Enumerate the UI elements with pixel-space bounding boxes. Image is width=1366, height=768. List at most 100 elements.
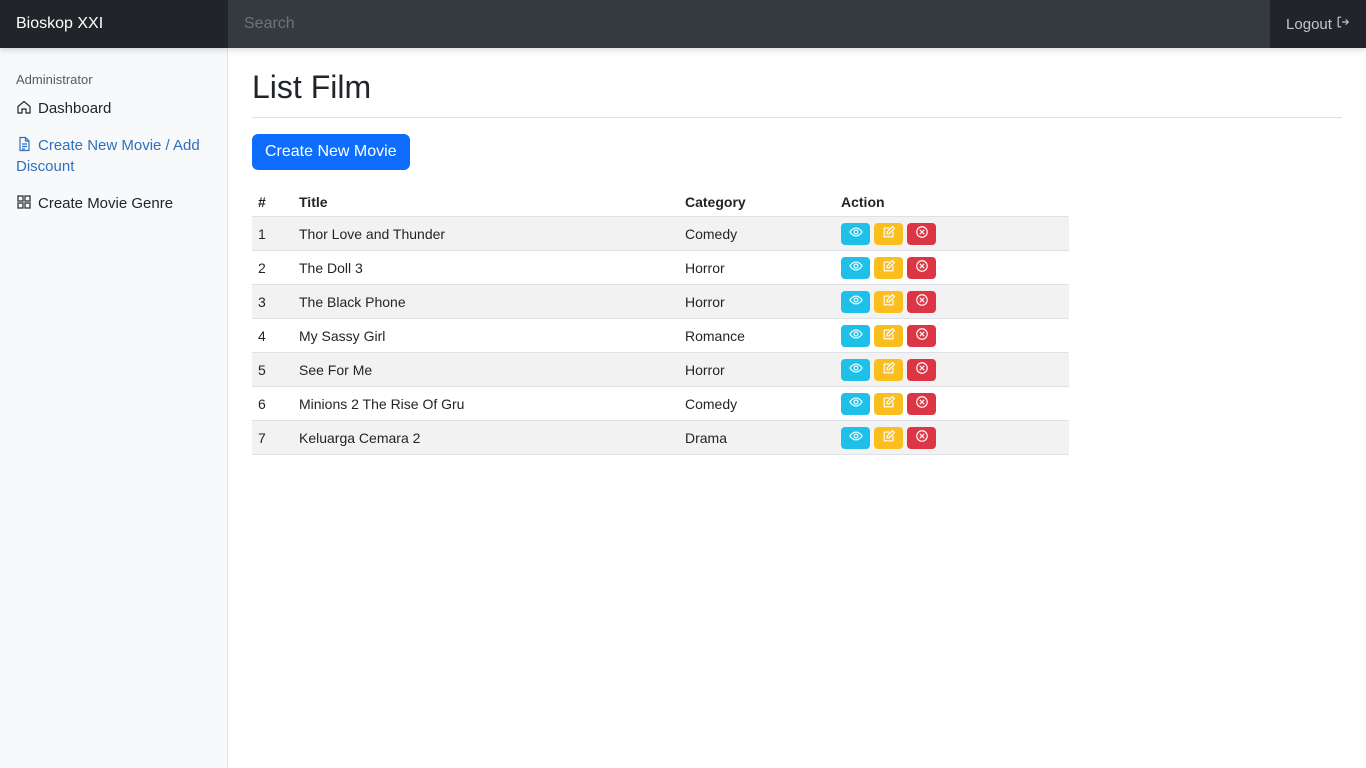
row-number: 6 (252, 386, 293, 421)
eye-icon (848, 395, 863, 412)
view-button[interactable] (841, 426, 870, 449)
film-table-body: 1 Thor Love and Thunder Comedy 2 The Doll 3H… (252, 216, 1069, 455)
view-button[interactable] (841, 392, 870, 415)
row-category: Horror (679, 284, 835, 319)
edit-button[interactable] (874, 222, 903, 245)
view-button[interactable] (841, 358, 870, 381)
delete-button[interactable] (907, 290, 936, 313)
edit-icon (882, 395, 896, 412)
edit-icon (882, 429, 896, 446)
delete-button[interactable] (907, 222, 936, 245)
table-header-row: # Title Category Action (252, 190, 1069, 217)
sidebar-item-label: Create Movie Genre (38, 195, 174, 212)
delete-button[interactable] (907, 256, 936, 279)
eye-icon (848, 225, 863, 242)
row-number: 4 (252, 318, 293, 353)
delete-icon (915, 327, 929, 344)
sidebar-item-label: Dashboard (38, 100, 112, 117)
row-category: Romance (679, 318, 835, 353)
row-actions (835, 216, 1069, 251)
delete-button[interactable] (907, 392, 936, 415)
eye-icon (848, 259, 863, 276)
edit-button[interactable] (874, 290, 903, 313)
sidebar-item-dashboard[interactable]: Dashboard (0, 93, 227, 124)
row-category: Comedy (679, 386, 835, 421)
brand-logo[interactable]: Bioskop XXI (0, 0, 228, 48)
logout-button[interactable]: Logout (1270, 0, 1366, 48)
delete-button[interactable] (907, 358, 936, 381)
delete-button[interactable] (907, 426, 936, 449)
row-title: The Black Phone (293, 284, 679, 319)
header-number: # (252, 190, 293, 217)
edit-icon (882, 225, 896, 242)
table-row: 2 The Doll 3 Horror (252, 250, 1069, 285)
row-number: 5 (252, 352, 293, 387)
edit-icon (882, 361, 896, 378)
logout-label: Logout (1286, 15, 1332, 33)
table-row: 1 Thor Love and Thunder Comedy (252, 216, 1069, 251)
create-new-movie-button[interactable]: Create New Movie (252, 134, 410, 170)
edit-button[interactable] (874, 358, 903, 381)
divider (252, 117, 1342, 118)
eye-icon (848, 293, 863, 310)
view-button[interactable] (841, 256, 870, 279)
edit-button[interactable] (874, 392, 903, 415)
delete-icon (915, 429, 929, 446)
row-actions (835, 284, 1069, 319)
sidebar: Administrator Dashboard Create New Movie… (0, 48, 228, 768)
row-actions (835, 386, 1069, 421)
view-button[interactable] (841, 290, 870, 313)
eye-icon (848, 361, 863, 378)
main-content: List Film Create New Movie # Title Categ… (252, 48, 1342, 455)
row-category: Drama (679, 420, 835, 455)
file-icon (16, 136, 32, 152)
view-button[interactable] (841, 324, 870, 347)
sidebar-heading: Administrator (16, 72, 93, 87)
edit-icon (882, 327, 896, 344)
home-icon (16, 99, 32, 115)
top-navbar: Bioskop XXI Logout (0, 0, 1366, 48)
row-actions (835, 352, 1069, 387)
delete-icon (915, 361, 929, 378)
row-number: 3 (252, 284, 293, 319)
table-row: 6 Minions 2 The Rise Of Gru Comedy (252, 386, 1069, 421)
search-input[interactable] (228, 0, 1270, 48)
view-button[interactable] (841, 222, 870, 245)
row-category: Horror (679, 250, 835, 285)
row-title: My Sassy Girl (293, 318, 679, 353)
delete-icon (915, 225, 929, 242)
row-actions (835, 420, 1069, 455)
header-title: Title (293, 190, 679, 217)
delete-icon (915, 293, 929, 310)
sidebar-item-label: Create New Movie / Add Discount (16, 137, 200, 175)
row-category: Horror (679, 352, 835, 387)
sidebar-item-create-genre[interactable]: Create Movie Genre (0, 188, 227, 219)
sidebar-item-create-movie[interactable]: Create New Movie / Add Discount (0, 130, 227, 182)
edit-icon (882, 293, 896, 310)
row-number: 2 (252, 250, 293, 285)
table-row: 5 See For Me Horror (252, 352, 1069, 387)
row-category: Comedy (679, 216, 835, 251)
row-title: Minions 2 The Rise Of Gru (293, 386, 679, 421)
row-title: Keluarga Cemara 2 (293, 420, 679, 455)
edit-button[interactable] (874, 324, 903, 347)
header-category: Category (679, 190, 835, 217)
header-action: Action (835, 190, 1069, 217)
row-title: See For Me (293, 352, 679, 387)
row-actions (835, 318, 1069, 353)
row-number: 1 (252, 216, 293, 251)
delete-icon (915, 395, 929, 412)
row-title: The Doll 3 (293, 250, 679, 285)
edit-button[interactable] (874, 256, 903, 279)
delete-icon (915, 259, 929, 276)
eye-icon (848, 429, 863, 446)
page-title: List Film (252, 69, 372, 105)
table-row: 3 The Black Phone Horror (252, 284, 1069, 319)
table-row: 4 My Sassy Girl Romance (252, 318, 1069, 353)
edit-button[interactable] (874, 426, 903, 449)
delete-button[interactable] (907, 324, 936, 347)
row-title: Thor Love and Thunder (293, 216, 679, 251)
table-row: 7 Keluarga Cemara 2 Drama (252, 420, 1069, 455)
edit-icon (882, 259, 896, 276)
film-table: # Title Category Action 1 Thor Love and T… (252, 190, 1069, 455)
